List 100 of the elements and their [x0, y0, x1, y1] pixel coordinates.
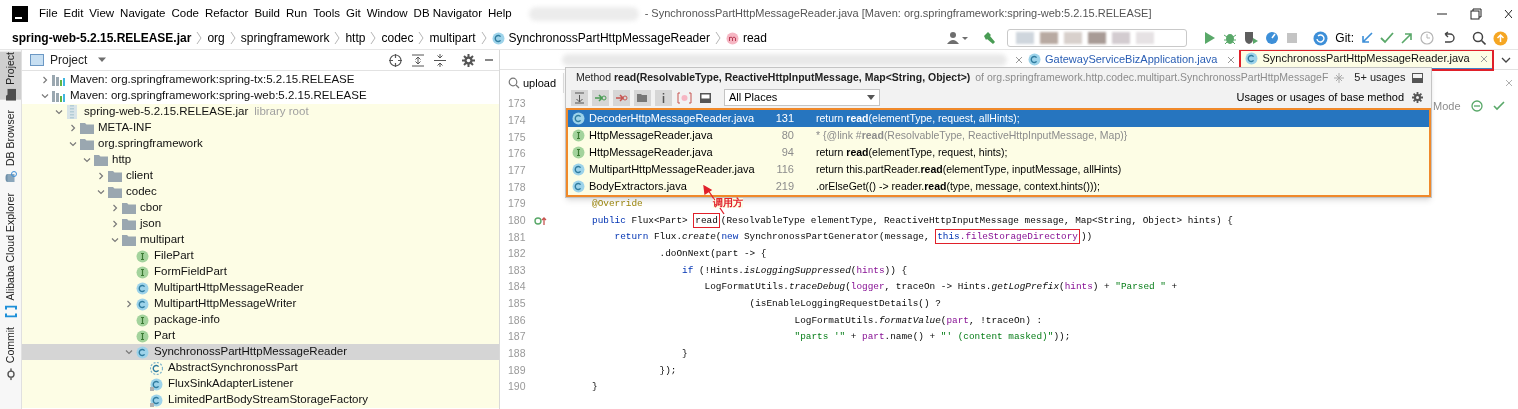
- usage-row[interactable]: HttpMessageReader.java 94 return read(elementType, request, hints);: [568, 144, 1429, 161]
- tree-row[interactable]: LimitedPartBodyStreamStorageFactory: [22, 392, 499, 408]
- menu-item[interactable]: Build: [251, 4, 283, 23]
- chevron-right-icon[interactable]: [125, 300, 133, 308]
- tree-item-label: http: [112, 152, 132, 168]
- breadcrumb-item[interactable]: SynchronossPartHttpMessageReader: [508, 29, 710, 47]
- person-icon[interactable]: [947, 31, 970, 45]
- menu-item[interactable]: Help: [485, 4, 515, 23]
- tree-row[interactable]: FormFieldPart: [22, 264, 499, 280]
- tree-row[interactable]: Part: [22, 328, 499, 344]
- tree-row[interactable]: json: [22, 216, 499, 232]
- menu-item[interactable]: Tools: [310, 4, 343, 23]
- bug-icon[interactable]: [1223, 31, 1238, 45]
- menu-item[interactable]: Navigate: [117, 4, 169, 23]
- stop-icon[interactable]: [1286, 32, 1299, 44]
- usage-row[interactable]: HttpMessageReader.java 80 * {@link #read(ResolvableType, ReactiveHttpInputMessage, Map)}: [568, 127, 1429, 144]
- popup-title: Method read(ResolvableType, ReactiveHttpInputMessage, Map<String, Object>): [576, 69, 971, 85]
- menu-item[interactable]: View: [86, 4, 118, 23]
- collapse-all-icon[interactable]: [434, 53, 446, 67]
- class-icon: [491, 31, 505, 45]
- breadcrumb-item[interactable]: spring-web-5.2.15.RELEASE.jar: [12, 29, 192, 47]
- editor-tab[interactable]: SynchronossPartHttpMessageReader.java: [1240, 50, 1493, 70]
- arrow-up-right-icon[interactable]: [1401, 32, 1413, 44]
- tool-window-tab[interactable]: Alibaba Cloud Explorer: [0, 192, 21, 318]
- menu-item[interactable]: Git: [343, 4, 364, 23]
- breadcrumb-item[interactable]: multipart: [429, 29, 476, 47]
- menu-item[interactable]: Code: [168, 4, 202, 23]
- file-name: BodyExtractors.java: [589, 179, 688, 195]
- info-icon[interactable]: [655, 89, 672, 106]
- usage-row[interactable]: DecoderHttpMessageReader.java 131 return read(elementType, request, allHints);: [568, 110, 1429, 127]
- chevron-right-icon[interactable]: [111, 204, 119, 212]
- tree-row[interactable]: SynchronossPartHttpMessageReader: [22, 344, 499, 360]
- tree-row[interactable]: http: [22, 152, 499, 168]
- clock-icon[interactable]: [1420, 31, 1434, 45]
- interface-icon: [136, 265, 149, 279]
- close-icon[interactable]: [1504, 7, 1512, 20]
- menu-item[interactable]: Run: [283, 4, 311, 23]
- chevron-right-icon[interactable]: [69, 124, 77, 132]
- merge-down-icon[interactable]: [571, 89, 588, 106]
- tree-item-label: SynchronossPartHttpMessageReader: [154, 344, 348, 360]
- chevron-right-icon[interactable]: [111, 220, 119, 228]
- minimize-panel-icon[interactable]: [485, 56, 493, 64]
- gauge-icon[interactable]: [1265, 31, 1280, 45]
- usage-row[interactable]: BodyExtractors.java 219 .orElseGet(() -> reader.read(type, message, context.hints()));: [568, 178, 1429, 195]
- run-icon[interactable]: [1204, 31, 1217, 45]
- tree-row[interactable]: FluxSinkAdapterListener: [22, 376, 499, 392]
- tree-row[interactable]: FilePart: [22, 248, 499, 264]
- restore-icon[interactable]: [1470, 7, 1482, 20]
- menu-item[interactable]: Edit: [60, 4, 87, 23]
- expand-all-icon[interactable]: [412, 53, 424, 67]
- menu-item[interactable]: Refactor: [201, 4, 252, 23]
- refresh-icon[interactable]: [1313, 30, 1329, 46]
- tree-row[interactable]: MultipartHttpMessageReader: [22, 280, 499, 296]
- chevron-down-icon[interactable]: [1500, 55, 1511, 64]
- tree-row[interactable]: org.springframework: [22, 136, 499, 152]
- menu-item[interactable]: Window: [363, 4, 411, 23]
- search-icon[interactable]: [1472, 31, 1486, 45]
- minus-circle-icon[interactable]: [1470, 100, 1483, 113]
- chevron-right-icon[interactable]: [41, 76, 49, 84]
- shield-run-icon[interactable]: [1244, 31, 1259, 45]
- tool-window-tab[interactable]: Commit: [0, 327, 21, 381]
- hammer-icon[interactable]: [982, 31, 997, 45]
- breadcrumb-item[interactable]: read: [742, 29, 767, 47]
- tree-row[interactable]: cbor: [22, 200, 499, 216]
- panel-title[interactable]: Project: [50, 51, 88, 69]
- settings-icon[interactable]: [462, 53, 475, 67]
- scope-dropdown[interactable]: All Places: [724, 89, 880, 106]
- breadcrumb-item[interactable]: codec: [381, 29, 414, 47]
- usage-row[interactable]: MultipartHttpMessageReader.java 116 return this.partReader.read(elementType, inputMessage, allHints): [568, 161, 1429, 178]
- arrow-down-left-icon[interactable]: [1361, 32, 1373, 44]
- breadcrumb-item[interactable]: springframework: [240, 29, 330, 47]
- menu-item[interactable]: File: [36, 4, 61, 23]
- folder-settings-icon[interactable]: [634, 89, 651, 106]
- window-icon[interactable]: [1412, 72, 1423, 83]
- tool-window-tab[interactable]: Project: [0, 52, 21, 100]
- checkmark-icon[interactable]: [1492, 101, 1505, 112]
- tree-row[interactable]: spring-web-5.2.15.RELEASE.jar library root: [22, 104, 499, 120]
- breadcrumb-separator-icon: [480, 31, 487, 45]
- tree-row[interactable]: codec: [22, 184, 499, 200]
- tree-row[interactable]: multipart: [22, 232, 499, 248]
- menu-item[interactable]: DB Navigator: [410, 4, 485, 23]
- pin-icon[interactable]: [1334, 72, 1345, 83]
- reader-mode-label[interactable]: Mode: [1433, 98, 1461, 115]
- search-field[interactable]: upload: [523, 75, 561, 91]
- tree-row[interactable]: AbstractSynchronossPart: [22, 360, 499, 376]
- checkmark-icon[interactable]: [1380, 32, 1394, 44]
- update-icon[interactable]: [1493, 30, 1508, 46]
- tree-row[interactable]: MultipartHttpMessageWriter: [22, 296, 499, 312]
- tree-row[interactable]: package-info: [22, 312, 499, 328]
- editor-tab[interactable]: GatewayServiceBizApplication.java: [1023, 50, 1241, 70]
- tree-row[interactable]: META-INF: [22, 120, 499, 136]
- tree-row[interactable]: client: [22, 168, 499, 184]
- settings-icon[interactable]: [1412, 92, 1423, 103]
- caret-down-icon[interactable]: [97, 57, 108, 63]
- crosshair-icon[interactable]: [389, 53, 402, 67]
- chevron-right-icon[interactable]: [97, 172, 105, 180]
- run-configuration-selector[interactable]: [1007, 29, 1188, 47]
- breadcrumb-item[interactable]: http: [345, 29, 366, 47]
- breadcrumb-item[interactable]: org: [207, 29, 225, 47]
- tool-window-tab[interactable]: DB Browser: [0, 109, 21, 183]
